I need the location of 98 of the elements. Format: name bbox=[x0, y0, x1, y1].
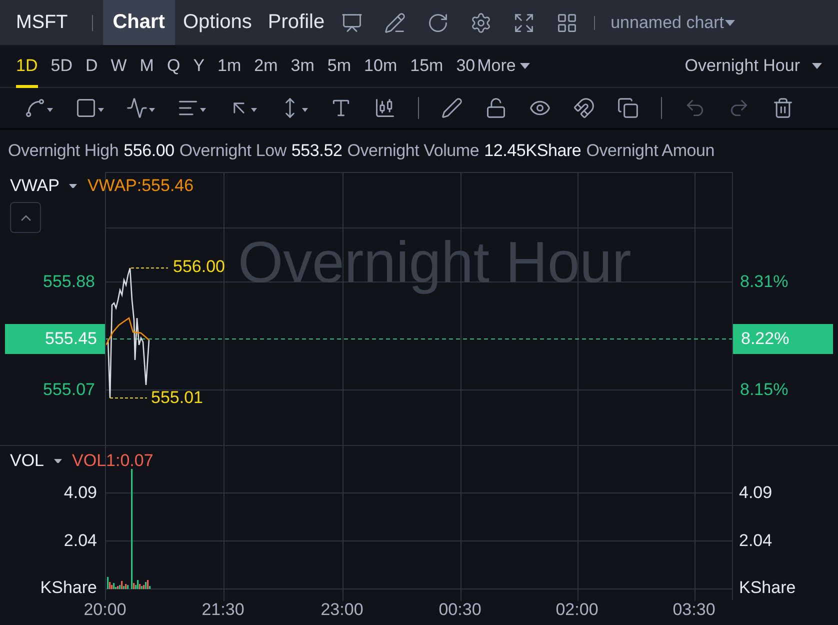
vwap-line bbox=[106, 316, 150, 346]
price-axis-label: 555.07 bbox=[43, 380, 95, 400]
current-price-tag: 555.45 bbox=[5, 324, 105, 354]
volume-axis-label: KShare bbox=[739, 578, 796, 598]
chart-monitor-icon bbox=[340, 12, 363, 34]
session-dropdown[interactable]: Overnight Hour bbox=[684, 56, 822, 76]
high-price-label: 556.00 bbox=[173, 257, 225, 277]
fullscreen-icon bbox=[512, 12, 535, 34]
volume-axis-label: 2.04 bbox=[64, 531, 97, 551]
caret-icon bbox=[251, 108, 257, 112]
pencil-button[interactable] bbox=[384, 12, 406, 34]
time-axis-label: 00:30 bbox=[438, 600, 482, 620]
layout-dropdown[interactable]: unnamed chart bbox=[610, 12, 735, 32]
time-axis-label: 02:00 bbox=[556, 600, 598, 620]
magnet-button[interactable] bbox=[573, 97, 595, 119]
fullscreen-button[interactable] bbox=[512, 12, 535, 34]
indicator-reading: VWAP:555.46 bbox=[87, 176, 194, 196]
time-axis-label: 20:00 bbox=[84, 600, 126, 620]
copy-icon bbox=[617, 97, 639, 119]
period-tab[interactable]: D bbox=[85, 44, 98, 88]
unlock-icon bbox=[485, 97, 507, 119]
pen-icon bbox=[441, 97, 463, 119]
candlestick-icon bbox=[374, 97, 396, 119]
caret-icon bbox=[149, 108, 155, 112]
current-change-tag: 8.22% bbox=[733, 324, 833, 354]
stat-value: 12.45KShare bbox=[484, 141, 582, 161]
magnet-icon bbox=[573, 97, 595, 119]
indicator-dropdown[interactable]: VWAP bbox=[10, 176, 60, 196]
trash-button[interactable] bbox=[772, 97, 794, 119]
period-tab[interactable]: 15m bbox=[410, 44, 444, 88]
text-tool-icon bbox=[330, 97, 352, 119]
low-price-label: 555.01 bbox=[151, 388, 203, 408]
stat-label: Overnight Volume bbox=[347, 141, 480, 161]
chart-monitor-button[interactable] bbox=[340, 12, 363, 34]
grid-layout-icon bbox=[556, 12, 578, 34]
time-axis-label: 21:30 bbox=[202, 600, 244, 620]
caret-icon bbox=[302, 108, 308, 112]
rectangle-tool-button[interactable] bbox=[75, 97, 104, 119]
settings-button[interactable] bbox=[470, 12, 492, 34]
refresh-button[interactable] bbox=[426, 12, 449, 34]
period-tab[interactable]: 1D bbox=[16, 44, 38, 88]
time-axis-label: 03:30 bbox=[672, 600, 716, 620]
caret-icon bbox=[812, 63, 822, 69]
undo-icon bbox=[684, 97, 706, 119]
caret-icon bbox=[69, 184, 78, 188]
grid-layout-button[interactable] bbox=[556, 12, 578, 34]
text-tool-button[interactable] bbox=[330, 97, 352, 119]
period-tab[interactable]: 3m bbox=[290, 44, 314, 88]
volume-axis-label: KShare bbox=[40, 578, 97, 598]
volume-axis-label: 2.04 bbox=[739, 531, 772, 551]
trash-icon bbox=[772, 97, 794, 119]
line-tool-button[interactable] bbox=[24, 97, 53, 119]
period-tab[interactable]: 5m bbox=[327, 44, 352, 88]
unlock-button[interactable] bbox=[485, 97, 507, 119]
period-tab[interactable]: Q bbox=[166, 44, 180, 88]
period-tab[interactable]: 2m bbox=[254, 44, 278, 88]
pattern-tool-icon bbox=[126, 97, 148, 119]
tab[interactable]: Profile bbox=[260, 0, 333, 45]
period-tab[interactable]: M bbox=[140, 44, 154, 88]
period-tab[interactable]: W bbox=[110, 44, 127, 88]
stat-label: Overnight Low bbox=[179, 141, 286, 161]
settings-icon bbox=[470, 12, 492, 34]
more-dropdown[interactable]: More bbox=[477, 56, 530, 76]
copy-button[interactable] bbox=[617, 97, 639, 119]
indicator-reading: VOL1:0.07 bbox=[72, 451, 154, 471]
time-axis-label: 23:00 bbox=[320, 600, 364, 620]
line-tool-icon bbox=[24, 97, 46, 119]
pattern-tool-button[interactable] bbox=[126, 97, 155, 119]
stat-label: Overnight High bbox=[8, 141, 119, 161]
pencil-icon bbox=[384, 12, 406, 34]
caret-icon bbox=[520, 63, 530, 69]
percent-axis-label: 8.31% bbox=[740, 272, 788, 292]
tab[interactable]: Chart bbox=[102, 0, 175, 45]
refresh-icon bbox=[426, 12, 449, 34]
period-tab[interactable]: 30 bbox=[456, 44, 476, 88]
pen-button[interactable] bbox=[441, 97, 463, 119]
period-tab[interactable]: 1m bbox=[218, 44, 242, 88]
ticker-symbol: MSFT bbox=[15, 12, 69, 34]
caret-icon bbox=[200, 108, 206, 112]
stat-value: 556.00 bbox=[124, 141, 174, 161]
volume-axis-label: 4.09 bbox=[64, 483, 97, 503]
period-tab[interactable]: 10m bbox=[364, 44, 398, 88]
tab[interactable]: Options bbox=[174, 0, 260, 45]
stat-value: 553.52 bbox=[291, 141, 342, 161]
caret-icon bbox=[98, 108, 104, 112]
caret-icon bbox=[47, 108, 53, 112]
caret-icon bbox=[54, 458, 62, 464]
volume-axis-label: 4.09 bbox=[739, 483, 772, 503]
candlestick-button[interactable] bbox=[374, 97, 396, 119]
period-tab[interactable]: 5D bbox=[50, 44, 72, 88]
rectangle-tool-icon bbox=[75, 97, 97, 119]
stat-label: Overnight Amoun bbox=[586, 141, 715, 161]
caret-icon bbox=[725, 20, 735, 26]
price-axis-label: 555.88 bbox=[43, 272, 95, 292]
period-tab[interactable]: Y bbox=[193, 44, 205, 88]
indicator-dropdown[interactable]: VOL bbox=[10, 451, 44, 471]
percent-axis-label: 8.15% bbox=[740, 380, 788, 400]
redo-icon bbox=[728, 97, 750, 119]
